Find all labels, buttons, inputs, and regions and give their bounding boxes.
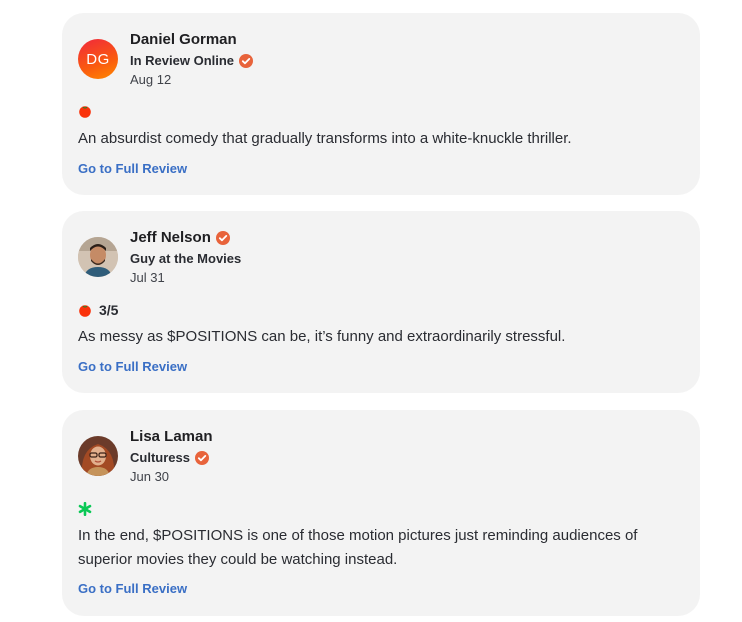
review-card: Lisa Laman Culturess Jun 30 In the end, … [62, 410, 700, 616]
critic-name[interactable]: Jeff Nelson [130, 229, 230, 246]
review-card: Jeff Nelson Guy at the Movies Jul 31 3/5… [62, 211, 700, 393]
critic-avatar[interactable] [78, 237, 118, 277]
critic-avatar[interactable]: DG [78, 39, 118, 79]
review-score [78, 104, 92, 118]
critic-name-label: Lisa Laman [130, 428, 213, 445]
verified-badge-icon [239, 53, 254, 68]
critic-name[interactable]: Daniel Gorman [130, 31, 237, 48]
critic-name-label: Jeff Nelson [130, 229, 211, 246]
fresh-tomato-icon [79, 106, 91, 118]
review-score: 3/5 [78, 302, 118, 318]
review-date: Jul 31 [130, 270, 165, 285]
critic-name-label: Daniel Gorman [130, 31, 237, 48]
review-score [78, 502, 92, 516]
review-card: DG Daniel Gorman In Review Online Aug 12… [62, 13, 700, 195]
publication-name[interactable]: Guy at the Movies [130, 251, 241, 266]
publication-label: Culturess [130, 450, 190, 465]
review-date: Jun 30 [130, 469, 170, 484]
publication-label: Guy at the Movies [130, 251, 242, 266]
full-review-link[interactable]: Go to Full Review [78, 161, 187, 176]
review-quote: As messy as $POSITIONS can be, it’s funn… [78, 328, 566, 345]
critic-photo [78, 436, 118, 476]
review-quote: In the end, $POSITIONS is one of those m… [78, 527, 638, 568]
critic-photo [78, 237, 118, 277]
critic-name[interactable]: Lisa Laman [130, 428, 213, 445]
fresh-tomato-icon [79, 305, 91, 317]
verified-badge-icon [194, 450, 209, 465]
publication-name[interactable]: In Review Online [130, 53, 254, 68]
verified-badge-icon [215, 230, 230, 245]
score-value: 3/5 [99, 302, 119, 318]
rotten-splat-icon [78, 502, 92, 516]
publication-label: In Review Online [130, 53, 235, 68]
critic-avatar[interactable] [78, 436, 118, 476]
publication-name[interactable]: Culturess [130, 450, 209, 465]
review-quote: An absurdist comedy that gradually trans… [78, 130, 572, 147]
full-review-link[interactable]: Go to Full Review [78, 581, 187, 596]
avatar-initials: DG [86, 50, 110, 68]
full-review-link[interactable]: Go to Full Review [78, 359, 187, 374]
review-date: Aug 12 [130, 72, 172, 87]
